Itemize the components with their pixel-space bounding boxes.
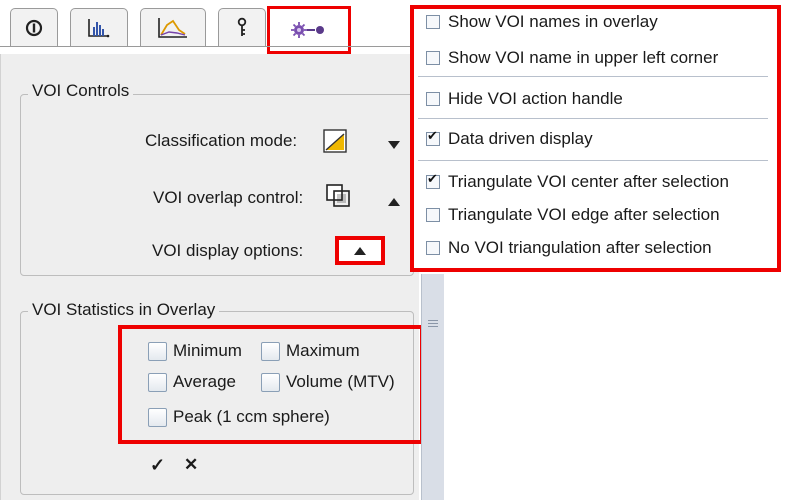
peak-label: Peak (1 ccm sphere): [173, 407, 330, 426]
tab-strip: [0, 0, 430, 50]
menu-item-label: Show VOI name in upper left corner: [448, 48, 719, 67]
menu-item-label: No VOI triangulation after selection: [448, 238, 712, 257]
average-checkbox[interactable]: [148, 373, 167, 392]
tab-key[interactable]: [218, 8, 266, 47]
peak-checkbox[interactable]: [148, 408, 167, 427]
minimum-label: Minimum: [173, 341, 242, 360]
menu-item-triangulate-edge[interactable]: Triangulate VOI edge after selection: [426, 203, 720, 227]
checkbox-icon: [426, 241, 440, 255]
info-icon: [25, 19, 43, 37]
classification-mode-icon[interactable]: [323, 129, 349, 160]
histogram-icon: [88, 19, 110, 38]
voi-settings-icon: [291, 22, 324, 38]
voi-controls-title: VOI Controls: [28, 81, 134, 101]
menu-item-label: Hide VOI action handle: [448, 89, 623, 108]
menu-item-triangulate-center[interactable]: Triangulate VOI center after selection: [426, 170, 729, 194]
maximum-checkbox[interactable]: [261, 342, 280, 361]
curve-icon: [158, 18, 187, 38]
overlap-dropdown-icon[interactable]: [388, 194, 400, 212]
menu-item-hide-action-handle[interactable]: Hide VOI action handle: [426, 87, 623, 111]
menu-item-label: Triangulate VOI edge after selection: [448, 205, 720, 224]
clear-x-icon[interactable]: ✕: [184, 455, 198, 475]
tab-baseline: [0, 46, 420, 47]
menu-separator: [418, 76, 768, 77]
menu-item-no-triangulation[interactable]: No VOI triangulation after selection: [426, 236, 712, 260]
menu-separator: [418, 160, 768, 161]
display-options-label: VOI display options:: [152, 241, 304, 260]
checked-checkbox-icon: [426, 128, 440, 146]
minimum-checkbox[interactable]: [148, 342, 167, 361]
checkbox-icon: [426, 92, 440, 106]
average-label: Average: [173, 372, 237, 391]
volume-label: Volume (MTV): [286, 372, 395, 391]
tab-info[interactable]: [10, 8, 58, 47]
checkbox-icon: [426, 15, 440, 29]
menu-separator: [418, 118, 768, 119]
overlap-control-icon[interactable]: [325, 183, 355, 216]
display-options-button[interactable]: [335, 236, 385, 265]
menu-item-label: Show VOI names in overlay: [448, 12, 658, 31]
voi-statistics-title: VOI Statistics in Overlay: [28, 300, 220, 320]
volume-checkbox[interactable]: [261, 373, 280, 392]
menu-item-label: Data driven display: [448, 129, 593, 148]
apply-check-icon[interactable]: ✓: [150, 455, 165, 476]
tab-histogram[interactable]: [70, 8, 128, 47]
menu-item-show-voi-name-corner[interactable]: Show VOI name in upper left corner: [426, 46, 718, 70]
menu-item-data-driven-display[interactable]: Data driven display: [426, 127, 593, 151]
checkbox-icon: [426, 208, 440, 222]
overlap-control-label: VOI overlap control:: [153, 188, 304, 207]
key-icon: [237, 17, 247, 36]
classification-dropdown-icon[interactable]: [388, 137, 400, 155]
menu-item-label: Triangulate VOI center after selection: [448, 172, 729, 191]
classification-mode-label: Classification mode:: [145, 131, 298, 150]
checkbox-icon: [426, 51, 440, 65]
maximum-label: Maximum: [286, 341, 360, 360]
menu-item-show-voi-names[interactable]: Show VOI names in overlay: [426, 10, 658, 34]
triangle-up-icon: [354, 246, 366, 255]
tab-curve[interactable]: [140, 8, 206, 47]
checked-checkbox-icon: [426, 171, 440, 189]
panel-splitter[interactable]: [421, 274, 444, 500]
